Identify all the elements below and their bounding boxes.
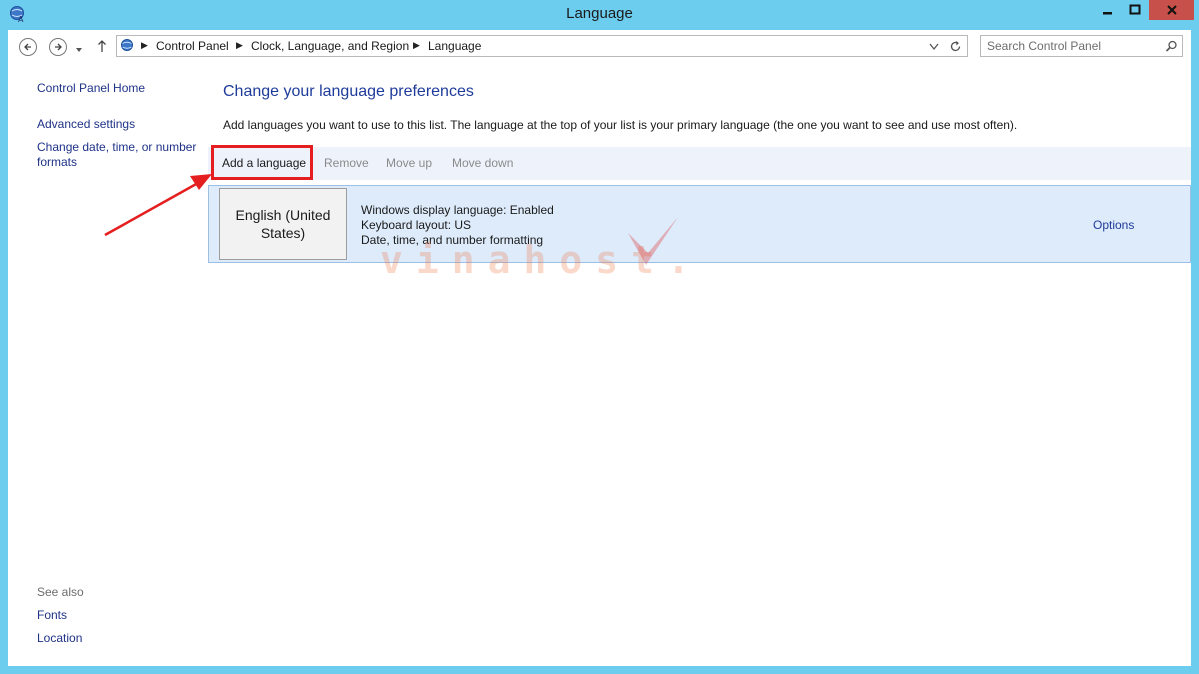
recent-locations-button[interactable] xyxy=(75,41,83,59)
add-language-highlight xyxy=(211,145,313,180)
see-also-heading: See also xyxy=(37,585,84,599)
language-tile[interactable]: English (United States) xyxy=(219,188,347,260)
search-placeholder: Search Control Panel xyxy=(987,39,1102,53)
address-dropdown-icon[interactable] xyxy=(929,43,939,51)
back-button[interactable] xyxy=(19,38,37,56)
refresh-icon[interactable] xyxy=(949,40,962,53)
move-down-button[interactable]: Move down xyxy=(452,156,513,170)
forward-button[interactable] xyxy=(49,38,67,56)
chevron-down-icon xyxy=(76,48,82,52)
title-bar[interactable]: A Language xyxy=(0,0,1199,29)
close-icon xyxy=(1166,5,1177,15)
display-language-status: Windows display language: Enabled xyxy=(361,203,554,217)
breadcrumb-separator-icon: ▶ xyxy=(236,40,243,50)
control-panel-icon xyxy=(121,39,133,51)
window-title: Language xyxy=(566,5,633,22)
search-icon[interactable] xyxy=(1165,40,1178,53)
sidebar-link-change-date-line2: formats xyxy=(37,155,78,169)
breadcrumb-separator-icon: ▶ xyxy=(141,40,148,50)
up-button[interactable] xyxy=(97,39,107,58)
sidebar-link-change-date-formats[interactable]: Change date, time, or number formats xyxy=(37,140,207,170)
sidebar-link-location[interactable]: Location xyxy=(37,631,82,646)
keyboard-layout: Keyboard layout: US xyxy=(361,218,472,232)
sidebar-link-control-panel-home[interactable]: Control Panel Home xyxy=(37,81,145,96)
search-input[interactable]: Search Control Panel xyxy=(980,35,1183,57)
breadcrumb-clock-language-region[interactable]: Clock, Language, and Region xyxy=(251,39,409,53)
breadcrumb-control-panel[interactable]: Control Panel xyxy=(156,39,229,53)
minimize-icon xyxy=(1102,12,1112,15)
sidebar-link-fonts[interactable]: Fonts xyxy=(37,608,67,623)
navigation-bar: ▶ Control Panel ▶ Clock, Language, and R… xyxy=(8,30,1191,64)
address-bar[interactable]: ▶ Control Panel ▶ Clock, Language, and R… xyxy=(116,35,968,57)
breadcrumb-language[interactable]: Language xyxy=(428,39,481,53)
language-window: A Language ▶ Control Panel ▶ Clock, Lang… xyxy=(0,0,1199,674)
up-arrow-icon xyxy=(98,40,106,52)
move-up-button[interactable]: Move up xyxy=(386,156,432,170)
language-toolbar: Add a language Remove Move up Move down xyxy=(208,147,1191,180)
page-description: Add languages you want to use to this li… xyxy=(223,118,1018,132)
maximize-button[interactable] xyxy=(1121,0,1148,20)
breadcrumb-separator-icon: ▶ xyxy=(413,40,420,50)
window-content: ▶ Control Panel ▶ Clock, Language, and R… xyxy=(8,30,1191,666)
maximize-icon xyxy=(1129,4,1140,15)
minimize-button[interactable] xyxy=(1094,0,1121,20)
language-options-link[interactable]: Options xyxy=(1093,218,1134,232)
back-arrow-icon xyxy=(24,43,31,51)
close-button[interactable] xyxy=(1149,0,1194,20)
remove-button[interactable]: Remove xyxy=(324,156,369,170)
page-title: Change your language preferences xyxy=(223,83,474,100)
sidebar-link-advanced-settings[interactable]: Advanced settings xyxy=(37,117,135,132)
watermark-check-icon xyxy=(628,217,678,265)
forward-arrow-icon xyxy=(55,43,62,51)
sidebar-link-change-date-line1: Change date, time, or number xyxy=(37,140,197,154)
